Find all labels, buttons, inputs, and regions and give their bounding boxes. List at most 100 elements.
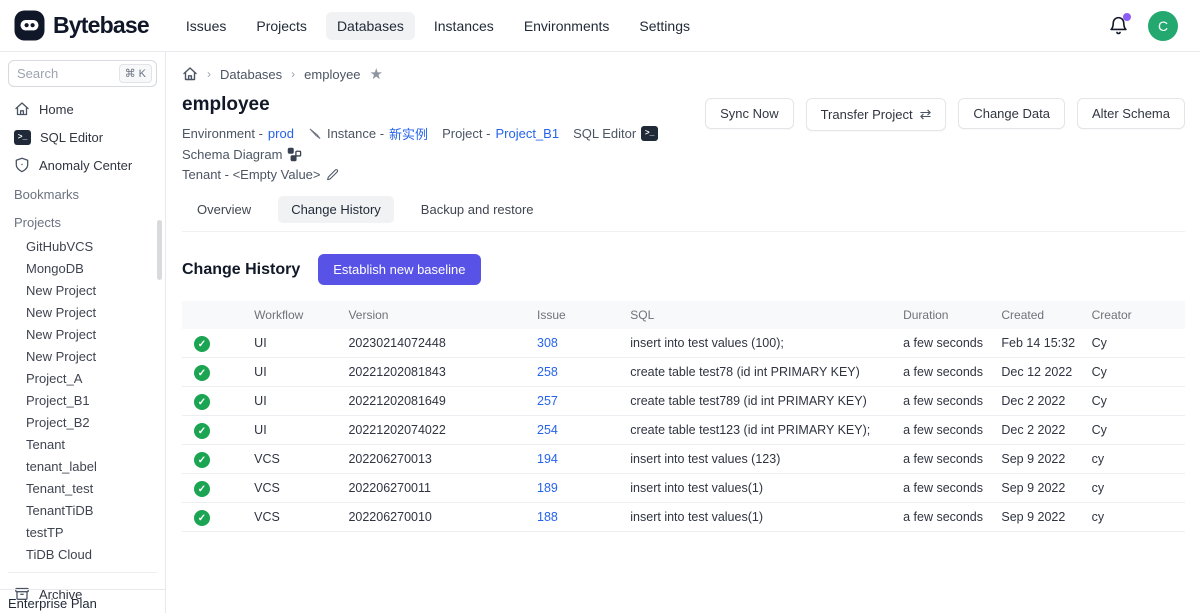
project-link[interactable]: Project_B1	[495, 126, 559, 141]
establish-baseline-button[interactable]: Establish new baseline	[318, 254, 480, 285]
issue-cell: 257	[525, 387, 618, 416]
status-cell: ✓	[182, 358, 242, 387]
sidebar-project-tenant[interactable]: Tenant	[8, 433, 157, 455]
success-check-icon: ✓	[194, 336, 210, 352]
change-history-section-header: Change History Establish new baseline	[182, 254, 1185, 285]
nav-item-environments[interactable]: Environments	[513, 12, 621, 40]
issue-link[interactable]: 194	[537, 452, 558, 466]
sql-cell: insert into test values (100);	[618, 329, 891, 358]
sidebar-item-label: Anomaly Center	[39, 158, 132, 173]
issue-link[interactable]: 189	[537, 481, 558, 495]
breadcrumb-databases[interactable]: Databases	[220, 67, 282, 82]
column-header-status	[182, 301, 242, 329]
status-cell: ✓	[182, 474, 242, 503]
success-check-icon: ✓	[194, 510, 210, 526]
project-meta: Project - Project_B1	[442, 126, 559, 141]
success-check-icon: ✓	[194, 394, 210, 410]
workflow-cell: VCS	[242, 503, 336, 532]
issue-link[interactable]: 258	[537, 365, 558, 379]
sidebar-project-new-project[interactable]: New Project	[8, 345, 157, 367]
nav-item-settings[interactable]: Settings	[628, 12, 701, 40]
version-cell: 20221202081649	[336, 387, 525, 416]
instance-link[interactable]: 新实例	[389, 124, 428, 143]
instance-pen-icon	[308, 127, 322, 141]
version-cell: 202206270011	[336, 474, 525, 503]
creator-cell: cy	[1080, 474, 1185, 503]
tab-change-history[interactable]: Change History	[278, 196, 394, 223]
tab-backup-and-restore[interactable]: Backup and restore	[408, 196, 547, 223]
sidebar-project-githubvcs[interactable]: GitHubVCS	[8, 235, 157, 257]
sidebar-project-new-project[interactable]: New Project	[8, 301, 157, 323]
creator-cell: cy	[1080, 503, 1185, 532]
tab-overview[interactable]: Overview	[184, 196, 264, 223]
sql-cell: create table test78 (id int PRIMARY KEY)	[618, 358, 891, 387]
change-data-button[interactable]: Change Data	[958, 98, 1065, 129]
bytebase-logo[interactable]: Bytebase	[14, 10, 149, 41]
notification-dot	[1123, 13, 1131, 21]
sidebar-project-tenant-label[interactable]: tenant_label	[8, 455, 157, 477]
sidebar-item-sql-editor[interactable]: >_SQL Editor	[8, 123, 157, 151]
issue-link[interactable]: 254	[537, 423, 558, 437]
issue-link[interactable]: 308	[537, 336, 558, 350]
sidebar-project-new-project[interactable]: New Project	[8, 279, 157, 301]
nav-item-projects[interactable]: Projects	[245, 12, 318, 40]
sidebar-project-testtp[interactable]: testTP	[8, 521, 157, 543]
sidebar-project-tenanttidb[interactable]: TenantTiDB	[8, 499, 157, 521]
sidebar-project-project-a[interactable]: Project_A	[8, 367, 157, 389]
home-icon[interactable]	[182, 66, 198, 82]
sidebar-item-anomaly-center[interactable]: Anomaly Center	[8, 151, 157, 179]
schema-diagram-icon	[287, 147, 302, 162]
notifications-button[interactable]	[1108, 15, 1130, 37]
main-content: › Databases › employee ★ employee Enviro…	[166, 52, 1200, 613]
sidebar-item-home[interactable]: Home	[8, 95, 157, 123]
column-header-created: Created	[989, 301, 1079, 329]
home-icon	[14, 101, 30, 117]
issue-cell: 188	[525, 503, 618, 532]
sidebar-project-mongodb[interactable]: MongoDB	[8, 257, 157, 279]
success-check-icon: ✓	[194, 481, 210, 497]
nav-item-instances[interactable]: Instances	[423, 12, 505, 40]
terminal-icon: >_	[641, 126, 658, 141]
column-header-duration: Duration	[891, 301, 989, 329]
breadcrumb-employee[interactable]: employee	[304, 67, 360, 82]
sidebar-project-tidb-cloud[interactable]: TiDB Cloud	[8, 543, 157, 565]
avatar[interactable]: C	[1148, 11, 1178, 41]
sql-cell: insert into test values (123)	[618, 445, 891, 474]
sidebar-project-project-b1[interactable]: Project_B1	[8, 389, 157, 411]
sql-cell: insert into test values(1)	[618, 503, 891, 532]
tenant-meta: Tenant - <Empty Value>	[182, 167, 339, 182]
column-header-sql: SQL	[618, 301, 891, 329]
nav-item-databases[interactable]: Databases	[326, 12, 415, 40]
workflow-cell: UI	[242, 358, 336, 387]
version-cell: 202206270013	[336, 445, 525, 474]
sidebar: ⌘ K Home>_SQL EditorAnomaly Center Bookm…	[0, 52, 166, 613]
workflow-cell: VCS	[242, 474, 336, 503]
top-nav: Bytebase Issues Projects Databases Instance…	[0, 0, 1200, 52]
sidebar-project-new-project[interactable]: New Project	[8, 323, 157, 345]
sidebar-scrollbar[interactable]	[157, 220, 162, 280]
schema-diagram-shortcut[interactable]: Schema Diagram	[182, 147, 302, 162]
alter-schema-button[interactable]: Alter Schema	[1077, 98, 1185, 129]
environment-link[interactable]: prod	[268, 126, 294, 141]
sql-editor-shortcut[interactable]: SQL Editor >_	[573, 126, 658, 141]
sidebar-project-project-b2[interactable]: Project_B2	[8, 411, 157, 433]
sidebar-project-tenant-test[interactable]: Tenant_test	[8, 477, 157, 499]
edit-pencil-icon[interactable]	[326, 168, 339, 181]
issue-link[interactable]: 188	[537, 510, 558, 524]
sidebar-divider	[8, 572, 157, 573]
success-check-icon: ✓	[194, 423, 210, 439]
creator-cell: cy	[1080, 445, 1185, 474]
bookmark-star-icon[interactable]: ★	[370, 67, 383, 82]
transfer-project-button[interactable]: Transfer Project⇄	[806, 98, 947, 131]
issue-link[interactable]: 257	[537, 394, 558, 408]
sync-now-button[interactable]: Sync Now	[705, 98, 794, 129]
search-box[interactable]: ⌘ K	[8, 60, 157, 87]
status-cell: ✓	[182, 416, 242, 445]
nav-item-issues[interactable]: Issues	[175, 12, 237, 40]
table-row: ✓VCS202206270011189insert into test valu…	[182, 474, 1185, 503]
created-cell: Feb 14 15:32	[989, 329, 1079, 358]
search-input[interactable]	[17, 66, 97, 81]
section-title: Change History	[182, 261, 300, 279]
table-row: ✓UI20221202074022254create table test123…	[182, 416, 1185, 445]
button-label: Change Data	[973, 106, 1050, 121]
